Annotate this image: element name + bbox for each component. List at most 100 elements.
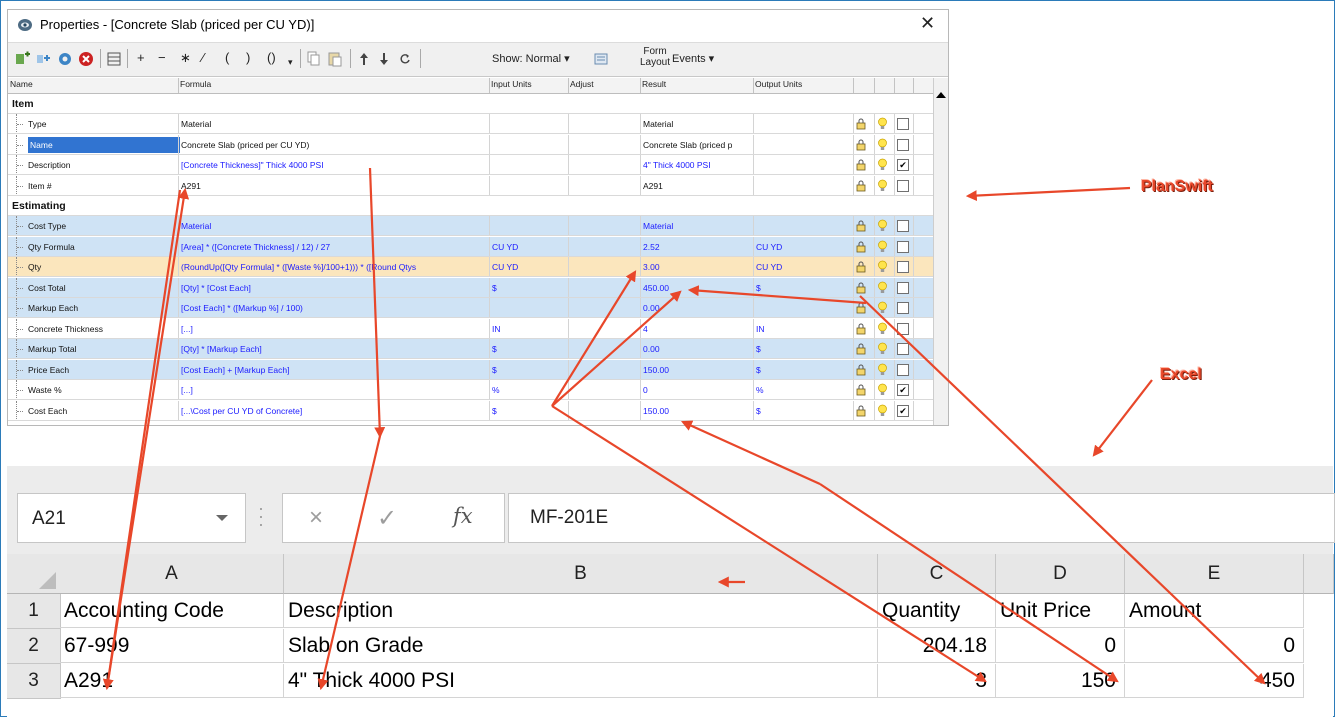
lock-icon[interactable] xyxy=(856,364,866,376)
property-row[interactable]: Markup Each [Cost Each] * ([Markup %] / 1… xyxy=(8,298,933,318)
visibility-checkbox[interactable] xyxy=(897,281,909,294)
column-header-e[interactable]: E xyxy=(1125,554,1304,594)
row-header-2[interactable]: 2 xyxy=(7,629,61,664)
property-row[interactable]: Qty Formula [Area] * ([Concrete Thickness… xyxy=(8,236,933,257)
property-row[interactable]: Cost Type Material Material xyxy=(8,216,933,236)
move-up-icon[interactable] xyxy=(359,52,369,66)
delete-icon[interactable] xyxy=(78,51,94,67)
lock-icon[interactable] xyxy=(856,282,866,294)
cell-c3[interactable]: 3 xyxy=(878,664,996,698)
visibility-checkbox[interactable]: ✔ xyxy=(897,159,909,171)
cell-a3[interactable]: A291 xyxy=(60,664,284,698)
property-row[interactable]: Cost Total [Qty] * [Cost Each] $450.00 $ xyxy=(8,277,933,298)
property-row[interactable]: Qty (RoundUp([Qty Formula] * ([Waste %]/1… xyxy=(8,257,933,277)
row-header-1[interactable]: 1 xyxy=(7,594,61,629)
lock-icon[interactable] xyxy=(856,261,866,273)
lock-icon[interactable] xyxy=(856,139,866,151)
lock-icon[interactable] xyxy=(856,384,866,396)
cancel-button[interactable]: × xyxy=(309,504,323,532)
minus-operator-button[interactable]: − xyxy=(158,50,166,66)
property-row[interactable]: Markup Total [Qty] * [Markup Each] $0.00 $ xyxy=(8,339,933,359)
lock-icon[interactable] xyxy=(856,180,866,192)
lock-icon[interactable] xyxy=(856,343,866,355)
column-header-overflow[interactable] xyxy=(1304,554,1334,594)
property-row[interactable]: Concrete Thickness [...] IN 4 IN xyxy=(8,318,933,339)
lightbulb-icon[interactable] xyxy=(877,179,888,193)
close-button[interactable]: ✕ xyxy=(920,13,935,34)
insert-function-button[interactable]: fx xyxy=(453,504,473,528)
cell-d3[interactable]: 150 xyxy=(996,664,1125,698)
cell-c1[interactable]: Quantity xyxy=(878,594,996,628)
lightbulb-icon[interactable] xyxy=(877,281,888,295)
lightbulb-icon[interactable] xyxy=(877,404,888,418)
visibility-checkbox[interactable]: ✔ xyxy=(897,404,909,417)
paren-pair-button[interactable]: () xyxy=(267,50,276,66)
input-units-header[interactable]: Input Units xyxy=(491,79,532,89)
lock-icon[interactable] xyxy=(856,323,866,335)
drag-handle-icon[interactable]: · · · xyxy=(258,499,264,533)
lightbulb-icon[interactable] xyxy=(877,301,888,315)
cell-b3[interactable]: 4" Thick 4000 PSI xyxy=(284,664,878,698)
plus-operator-button[interactable]: + xyxy=(137,50,145,66)
cell-a2[interactable]: 67-999 xyxy=(60,629,284,663)
cell-b1[interactable]: Description xyxy=(284,594,878,628)
lightbulb-icon[interactable] xyxy=(877,117,888,131)
copy-icon[interactable] xyxy=(307,51,321,67)
property-row[interactable]: Cost Each [...\Cost per CU YD of Concrete… xyxy=(8,400,933,421)
cell-e1[interactable]: Amount xyxy=(1125,594,1304,628)
show-normal-dropdown[interactable]: Show: Normal ▾ xyxy=(492,52,570,65)
section-header-item[interactable]: Item xyxy=(8,94,933,114)
cell-b2[interactable]: Slab on Grade xyxy=(284,629,878,663)
move-down-icon[interactable] xyxy=(379,52,389,66)
open-paren-button[interactable]: ( xyxy=(225,50,229,66)
enter-button[interactable]: ✓ xyxy=(377,504,397,533)
chevron-down-icon[interactable] xyxy=(216,515,228,521)
property-row[interactable]: Price Each [Cost Each] + [Markup Each] $15… xyxy=(8,359,933,380)
refresh-icon[interactable] xyxy=(399,52,411,66)
name-header[interactable]: Name xyxy=(10,79,33,89)
cell-d1[interactable]: Unit Price xyxy=(996,594,1125,628)
lock-icon[interactable] xyxy=(856,118,866,130)
column-header-b[interactable]: B xyxy=(284,554,878,594)
vertical-scrollbar[interactable] xyxy=(933,78,948,425)
column-header-a[interactable]: A xyxy=(60,554,284,594)
add-section-icon[interactable] xyxy=(36,51,52,67)
lock-icon[interactable] xyxy=(856,302,866,314)
lightbulb-icon[interactable] xyxy=(877,240,888,254)
divide-operator-button[interactable]: ∕ xyxy=(202,50,204,66)
section-header-estimating[interactable]: Estimating xyxy=(8,196,933,216)
lightbulb-icon[interactable] xyxy=(877,342,888,356)
cell-e3[interactable]: 450 xyxy=(1125,664,1304,698)
name-box[interactable]: A21 xyxy=(17,493,246,543)
events-dropdown[interactable]: Events ▾ xyxy=(672,52,714,65)
visibility-checkbox[interactable]: ✔ xyxy=(897,384,909,396)
chevron-down-icon[interactable]: ▾ xyxy=(288,54,293,70)
visibility-checkbox[interactable] xyxy=(897,220,909,232)
lightbulb-icon[interactable] xyxy=(877,219,888,233)
adjust-header[interactable]: Adjust xyxy=(570,79,594,89)
cell-d2[interactable]: 0 xyxy=(996,629,1125,663)
select-all-button[interactable] xyxy=(7,554,61,594)
visibility-checkbox[interactable] xyxy=(897,179,909,192)
add-property-icon[interactable] xyxy=(15,51,31,67)
property-row[interactable]: Type Material Material xyxy=(8,114,933,134)
lock-icon[interactable] xyxy=(856,220,866,232)
visibility-checkbox[interactable] xyxy=(897,343,909,355)
visibility-checkbox[interactable] xyxy=(897,138,909,151)
lock-icon[interactable] xyxy=(856,405,866,417)
grid-view-icon[interactable] xyxy=(107,52,121,66)
lock-icon[interactable] xyxy=(856,159,866,171)
formula-header[interactable]: Formula xyxy=(180,79,211,89)
lock-icon[interactable] xyxy=(856,241,866,253)
visibility-checkbox[interactable] xyxy=(897,240,909,253)
row-header-3[interactable]: 3 xyxy=(7,664,61,699)
visibility-checkbox[interactable] xyxy=(897,363,909,376)
lightbulb-icon[interactable] xyxy=(877,383,888,397)
settings-gear-icon[interactable] xyxy=(57,51,73,67)
property-row[interactable]: Name Concrete Slab (priced per CU YD) Conc… xyxy=(8,134,933,155)
lightbulb-icon[interactable] xyxy=(877,322,888,336)
scroll-up-arrow-icon[interactable] xyxy=(936,92,946,98)
close-paren-button[interactable]: ) xyxy=(246,50,250,66)
output-units-header[interactable]: Output Units xyxy=(755,79,802,89)
lightbulb-icon[interactable] xyxy=(877,158,888,172)
